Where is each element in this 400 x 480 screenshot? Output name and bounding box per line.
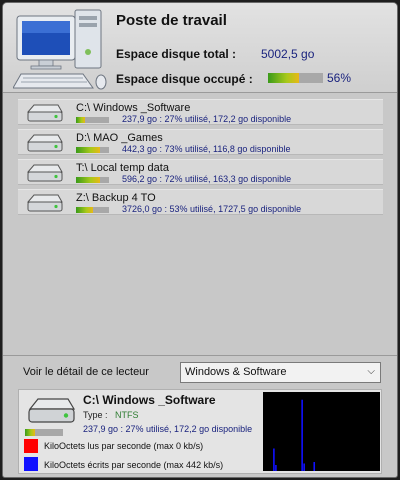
drive-info: 442,3 go : 73% utilisé, 116,8 go disponi… [122, 144, 291, 154]
write-legend-label: KiloOctets écrits par seconde (max 442 k… [44, 460, 224, 470]
drive-list: C:\ Windows _Software 237,9 go : 27% uti… [18, 99, 383, 219]
detail-drive-info: 237,9 go : 27% utilisé, 172,2 go disponi… [83, 424, 253, 434]
main-window: Poste de travail Espace disque total : 5… [2, 2, 398, 478]
used-space-value: 56% [327, 71, 352, 85]
page-title: Poste de travail [116, 12, 227, 29]
detail-usage-bar [25, 429, 63, 436]
used-space-label: Espace disque occupé : [116, 72, 253, 86]
io-activity-graph [263, 392, 380, 471]
computer-icon [13, 9, 107, 90]
hard-drive-icon [26, 164, 63, 182]
drive-info: 3726,0 go : 53% utilisé, 1727,5 go dispo… [122, 204, 302, 214]
drive-detail-panel: C:\ Windows _Software Type : NTFS 237,9 … [18, 389, 382, 474]
write-activity-bar [275, 465, 277, 471]
drive-info: 237,9 go : 27% utilisé, 172,2 go disponi… [122, 114, 292, 124]
detail-type-label: Type : [83, 410, 108, 420]
drive-name: Z:\ Backup 4 TO [76, 192, 156, 204]
read-legend-swatch [24, 439, 38, 453]
detail-drive-name: C:\ Windows _Software [83, 393, 216, 407]
drive-usage-bar [76, 177, 109, 183]
drive-item-t[interactable]: T:\ Local temp data 596,2 go : 72% utili… [18, 159, 383, 185]
drive-select-value: Windows & Software [185, 366, 287, 378]
total-space-value: 5002,5 go [261, 47, 315, 61]
total-space-label: Espace disque total : [116, 47, 237, 61]
drive-select-dropdown[interactable]: Windows & Software ⌵ [180, 362, 381, 383]
write-activity-bar [313, 462, 316, 471]
drive-usage-bar [76, 207, 109, 213]
hard-drive-icon [26, 134, 63, 152]
header: Poste de travail Espace disque total : 5… [3, 3, 397, 93]
drive-name: C:\ Windows _Software [76, 102, 191, 114]
detail-type-value: NTFS [115, 410, 139, 420]
write-activity-bar [303, 463, 305, 471]
hard-drive-icon [26, 194, 63, 212]
drive-usage-bar-fill [76, 147, 101, 153]
drive-usage-bar-fill [76, 177, 100, 183]
drive-detail-label: Voir le détail de ce lecteur [23, 366, 149, 378]
drive-usage-bar-fill [76, 117, 85, 123]
drive-item-z[interactable]: Z:\ Backup 4 TO 3726,0 go : 53% utilisé,… [18, 189, 383, 215]
write-activity-bar [301, 399, 303, 471]
drive-usage-bar-fill [76, 207, 94, 213]
write-activity-bar [273, 448, 275, 471]
drive-info: 596,2 go : 72% utilisé, 163,3 go disponi… [122, 174, 292, 184]
drive-usage-bar [76, 147, 109, 153]
drive-item-c[interactable]: C:\ Windows _Software 237,9 go : 27% uti… [18, 99, 383, 125]
used-space-bar [268, 73, 323, 83]
chevron-down-icon[interactable]: ⌵ [367, 366, 375, 377]
hard-drive-icon [26, 104, 63, 122]
drive-usage-bar [76, 117, 109, 123]
drive-name: T:\ Local temp data [76, 162, 169, 174]
separator [3, 355, 397, 356]
detail-usage-bar-fill [25, 429, 36, 436]
write-legend-swatch [24, 457, 38, 471]
used-space-bar-fill [268, 73, 299, 83]
drive-item-d[interactable]: D:\ MAO _Games 442,3 go : 73% utilisé, 1… [18, 129, 383, 155]
hard-drive-icon [28, 398, 76, 423]
drive-name: D:\ MAO _Games [76, 132, 163, 144]
read-legend-label: KiloOctets lus par seconde (max 0 kb/s) [44, 441, 204, 451]
